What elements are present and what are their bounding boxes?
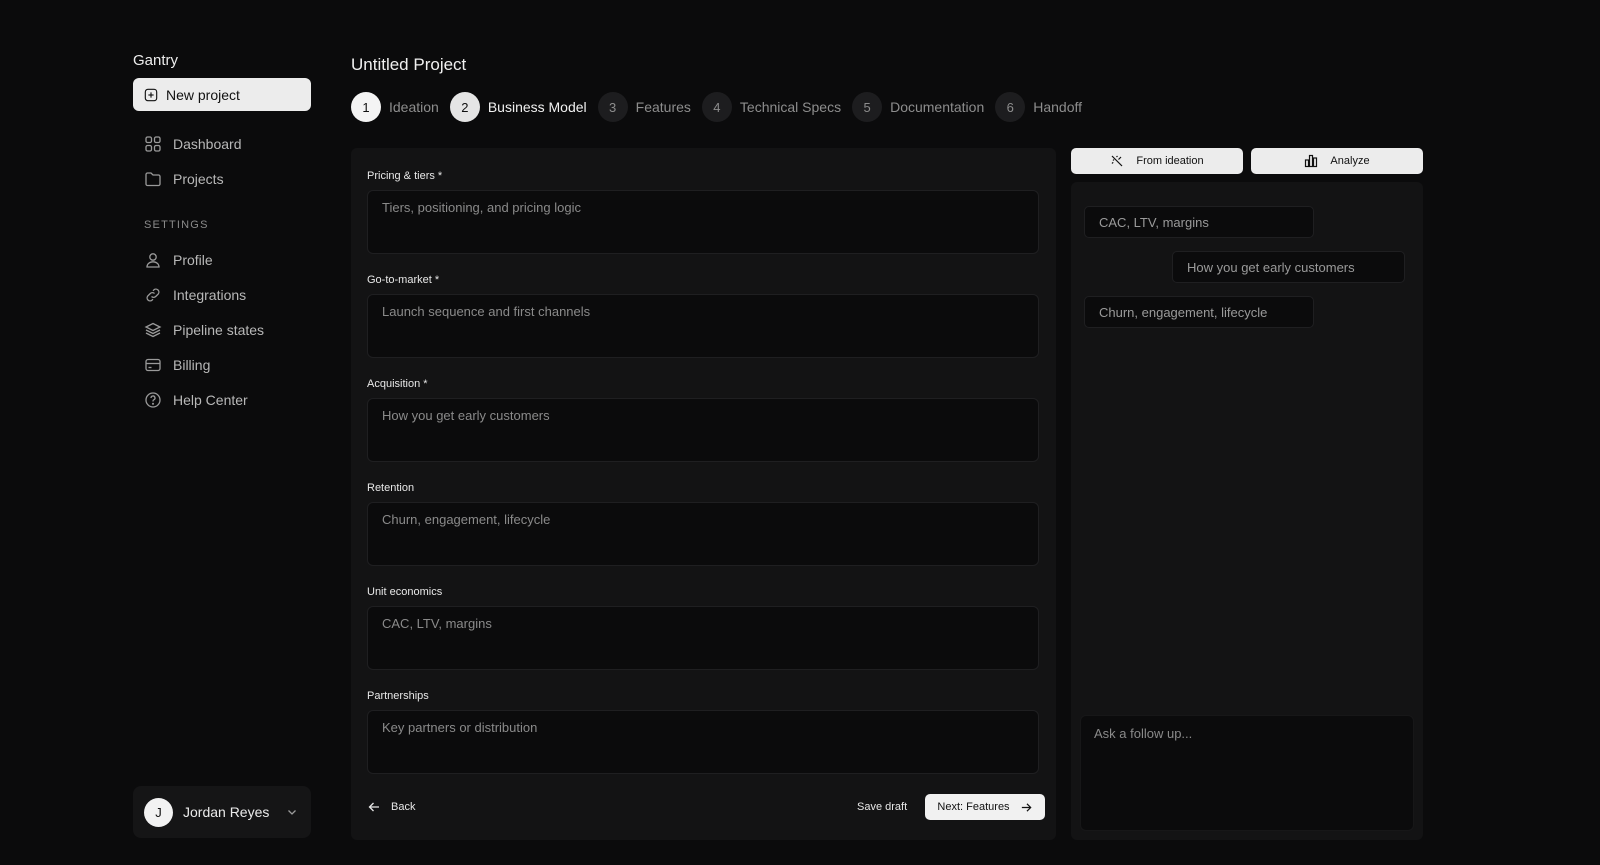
settings-section-label: SETTINGS [144, 219, 209, 231]
folder-icon [145, 171, 161, 186]
step-documentation[interactable]: 5 Documentation [852, 92, 984, 122]
step-business-model[interactable]: 2 Business Model [449, 92, 587, 122]
go-to-market-label: Go-to-market * [367, 274, 440, 286]
sidebar-item-label: Help Center [173, 391, 248, 408]
analyze-label: Analyze [1330, 155, 1370, 167]
user-icon [146, 252, 160, 268]
plus-square-icon [144, 88, 158, 101]
sidebar-item-label: Pipeline states [173, 321, 265, 338]
acquisition-label: Acquisition * [367, 378, 428, 390]
link-icon [146, 287, 160, 302]
main-nav: Dashboard Projects [133, 126, 311, 196]
user-menu[interactable]: J Jordan Reyes [133, 786, 311, 838]
partnerships-input[interactable]: Key partners or distribution [367, 710, 1039, 774]
stepper: 1 Ideation 2 Business Model 3 Features 4… [351, 92, 1093, 122]
app-root: Gantry New project Dashboard Projects SE… [0, 0, 1600, 865]
unit-economics-label: Unit economics [367, 586, 443, 598]
step-number: 1 [351, 92, 381, 122]
sidebar-item-profile[interactable]: Profile [133, 242, 311, 277]
step-label: Documentation [890, 99, 985, 115]
step-number: 5 [852, 92, 883, 122]
sidebar-item-label: Projects [173, 170, 224, 187]
retention-input[interactable]: Churn, engagement, lifecycle [367, 502, 1039, 566]
step-label: Features [635, 99, 691, 115]
business-model-form: Pricing & tiers * Tiers, positioning, an… [351, 148, 1056, 840]
suggestion-chip[interactable]: How you get early customers [1172, 251, 1405, 283]
step-features[interactable]: 3 Features [597, 92, 691, 122]
card-icon [145, 358, 161, 371]
step-technical-specs[interactable]: 4 Technical Specs [701, 92, 842, 122]
from-ideation-label: From ideation [1136, 155, 1204, 167]
save-draft-button[interactable]: Save draft [857, 794, 907, 820]
acquisition-input[interactable]: How you get early customers [367, 398, 1039, 462]
next-label: Next: Features [937, 801, 1010, 813]
assistant-panel: CAC, LTV, margins How you get early cust… [1071, 182, 1423, 840]
sidebar-item-label: Billing [173, 356, 211, 373]
sidebar-item-label: Dashboard [173, 135, 242, 152]
step-handoff[interactable]: 6 Handoff [995, 92, 1082, 122]
step-label: Ideation [389, 99, 439, 115]
step-label: Business Model [487, 99, 587, 115]
page-title: Untitled Project [351, 55, 467, 74]
sidebar-item-projects[interactable]: Projects [133, 161, 311, 196]
unit-economics-input[interactable]: CAC, LTV, margins [367, 606, 1039, 670]
new-project-label: New project [166, 86, 240, 103]
step-label: Technical Specs [739, 99, 842, 115]
sidebar-item-integrations[interactable]: Integrations [133, 277, 311, 312]
new-project-button[interactable]: New project [133, 78, 311, 111]
sidebar: Gantry New project Dashboard Projects SE… [133, 50, 311, 840]
user-name: Jordan Reyes [183, 804, 270, 820]
settings-nav: Profile Integrations Pipeline states Bil… [133, 242, 311, 417]
help-icon [145, 391, 161, 408]
step-ideation[interactable]: 1 Ideation [351, 92, 439, 122]
suggestion-chip[interactable]: CAC, LTV, margins [1084, 206, 1314, 238]
avatar: J [144, 797, 173, 827]
sidebar-item-label: Integrations [173, 286, 247, 303]
layers-icon [144, 322, 162, 337]
analyze-button[interactable]: Analyze [1251, 148, 1423, 174]
retention-label: Retention [367, 482, 415, 494]
back-button[interactable]: Back [367, 794, 415, 820]
brand-name: Gantry [133, 52, 179, 69]
arrow-right-icon [1021, 802, 1032, 812]
next-button[interactable]: Next: Features [925, 794, 1045, 820]
follow-up-input[interactable]: Ask a follow up... [1080, 715, 1414, 831]
sidebar-item-help-center[interactable]: Help Center [133, 382, 311, 417]
arrow-left-icon [368, 802, 379, 812]
bar-chart-icon [1305, 154, 1318, 168]
from-ideation-button[interactable]: From ideation [1071, 148, 1243, 174]
pricing-label: Pricing & tiers * [367, 170, 443, 182]
pricing-input[interactable]: Tiers, positioning, and pricing logic [367, 190, 1039, 254]
step-number: 4 [701, 92, 732, 122]
suggestion-chip[interactable]: Churn, engagement, lifecycle [1084, 296, 1314, 328]
sidebar-item-dashboard[interactable]: Dashboard [133, 126, 311, 161]
sidebar-item-billing[interactable]: Billing [133, 347, 311, 382]
partnerships-label: Partnerships [367, 690, 429, 702]
dashboard-icon [145, 135, 161, 152]
step-number: 3 [597, 92, 628, 122]
go-to-market-input[interactable]: Launch sequence and first channels [367, 294, 1039, 358]
sidebar-item-pipeline-states[interactable]: Pipeline states [133, 312, 311, 347]
sidebar-item-label: Profile [173, 251, 213, 268]
chevron-down-icon [288, 810, 296, 815]
form-footer: Back Save draft Next: Features [367, 794, 1047, 820]
step-number: 2 [449, 92, 480, 122]
step-label: Handoff [1033, 99, 1083, 115]
magic-wand-icon [1111, 155, 1123, 167]
back-label: Back [391, 801, 416, 813]
step-number: 6 [995, 92, 1026, 122]
